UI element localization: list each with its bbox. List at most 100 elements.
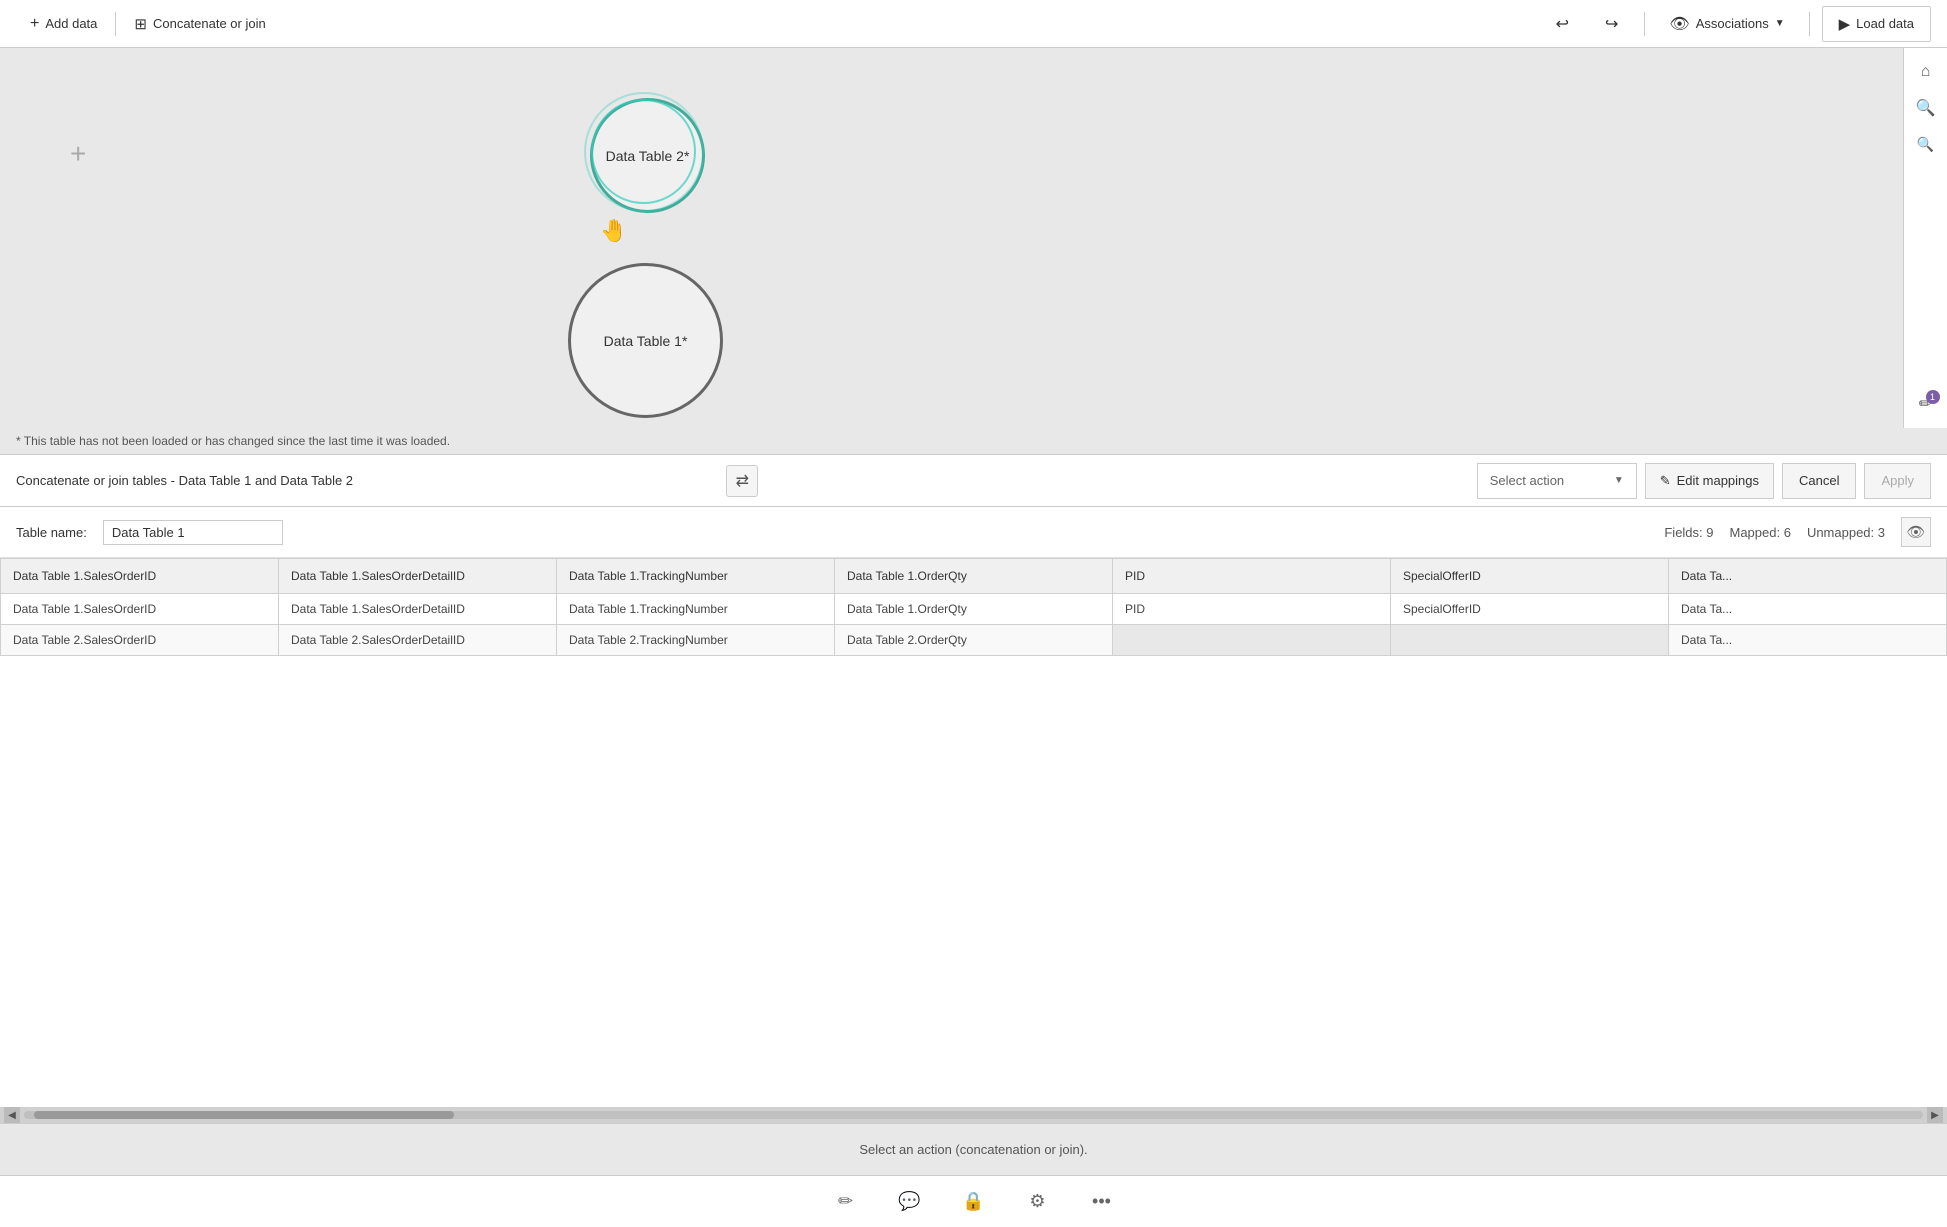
data-table-1-label: Data Table 1*: [604, 333, 688, 349]
fields-count: Fields: 9: [1664, 525, 1713, 540]
cell-2-6: [1391, 625, 1669, 656]
scroll-left-button[interactable]: ◀: [4, 1107, 20, 1123]
toolbar-divider-3: [1809, 12, 1810, 36]
col-header-2: Data Table 1.SalesOrderDetailID: [279, 559, 557, 594]
table-name-input[interactable]: [103, 520, 283, 545]
add-node-button[interactable]: +: [70, 138, 86, 170]
toolbar-divider-2: [1644, 12, 1645, 36]
lock-button[interactable]: 🔒: [958, 1186, 990, 1218]
pencil-bottom-icon: ✏: [838, 1191, 853, 1212]
scroll-right-button[interactable]: ▶: [1927, 1107, 1943, 1123]
cell-1-6: SpecialOfferID: [1391, 594, 1669, 625]
table-name-label: Table name:: [16, 525, 87, 540]
settings-button[interactable]: ⚙: [1022, 1186, 1054, 1218]
col-header-3: Data Table 1.TrackingNumber: [557, 559, 835, 594]
cancel-button[interactable]: Cancel: [1782, 463, 1856, 499]
home-button[interactable]: ⌂: [1910, 56, 1942, 88]
bottom-icons-bar: ✏ 💬 🔒 ⚙ •••: [0, 1175, 1947, 1227]
right-toolbar: ⌂ 🔍 🔍 ✏ 1: [1903, 48, 1947, 428]
redo-icon: ↪: [1605, 14, 1618, 34]
add-data-icon: +: [30, 15, 39, 33]
preview-toggle-button[interactable]: 👁: [1901, 517, 1931, 547]
cell-2-4: Data Table 2.OrderQty: [835, 625, 1113, 656]
cell-2-1: Data Table 2.SalesOrderID: [1, 625, 279, 656]
scrollbar-thumb[interactable]: [34, 1111, 454, 1119]
panel-toolbar: Concatenate or join tables - Data Table …: [0, 455, 1947, 507]
load-data-button[interactable]: ▶ Load data: [1822, 6, 1931, 42]
more-button[interactable]: •••: [1086, 1186, 1118, 1218]
bottom-panel: Concatenate or join tables - Data Table …: [0, 454, 1947, 1227]
unmapped-count: Unmapped: 3: [1807, 525, 1885, 540]
add-data-button[interactable]: + Add data: [16, 0, 111, 48]
cell-2-7: Data Ta...: [1669, 625, 1947, 656]
edit-mappings-label: Edit mappings: [1677, 473, 1759, 488]
undo-button[interactable]: ↩: [1542, 0, 1583, 48]
data-table-container[interactable]: Data Table 1.SalesOrderID Data Table 1.S…: [0, 558, 1947, 1107]
edit-mappings-button[interactable]: ✎ Edit mappings: [1645, 463, 1774, 499]
redo-button[interactable]: ↪: [1591, 0, 1632, 48]
concatenate-join-label: Concatenate or join: [153, 16, 266, 31]
associations-label: Associations: [1696, 16, 1769, 31]
table-row: Data Table 1.SalesOrderID Data Table 1.S…: [1, 594, 1947, 625]
add-data-label: Add data: [45, 16, 97, 31]
horizontal-scrollbar[interactable]: ◀ ▶: [0, 1107, 1947, 1123]
panel-title: Concatenate or join tables - Data Table …: [16, 473, 718, 488]
top-toolbar: + Add data ⊞ Concatenate or join ↩ ↪ 👁 A…: [0, 0, 1947, 48]
chat-button[interactable]: 💬: [894, 1186, 926, 1218]
apply-label: Apply: [1881, 473, 1914, 488]
cell-1-1: Data Table 1.SalesOrderID: [1, 594, 279, 625]
preview-eye-icon: 👁: [1906, 523, 1925, 541]
status-message: Select an action (concatenation or join)…: [859, 1142, 1087, 1157]
col-header-7: Data Ta...: [1669, 559, 1947, 594]
toolbar-right: ↩ ↪ 👁 Associations ▼ ▶ Load data: [1542, 0, 1931, 48]
chat-icon: 💬: [898, 1191, 920, 1212]
cell-1-7: Data Ta...: [1669, 594, 1947, 625]
col-header-6: SpecialOfferID: [1391, 559, 1669, 594]
cell-2-3: Data Table 2.TrackingNumber: [557, 625, 835, 656]
lock-icon: 🔒: [962, 1191, 984, 1212]
zoom-out-button[interactable]: 🔍: [1910, 128, 1942, 160]
concatenate-icon: ⊞: [134, 15, 147, 33]
field-stats: Fields: 9 Mapped: 6 Unmapped: 3: [1664, 525, 1885, 540]
cell-1-2: Data Table 1.SalesOrderDetailID: [279, 594, 557, 625]
load-data-label: Load data: [1856, 16, 1914, 31]
table-name-row: Table name: Fields: 9 Mapped: 6 Unmapped…: [0, 507, 1947, 558]
table-row: Data Table 2.SalesOrderID Data Table 2.S…: [1, 625, 1947, 656]
associations-chevron-icon: ▼: [1775, 18, 1785, 29]
more-icon: •••: [1092, 1191, 1111, 1212]
mapping-table: Data Table 1.SalesOrderID Data Table 1.S…: [0, 558, 1947, 656]
swap-button[interactable]: ⇄: [726, 465, 758, 497]
col-header-5: PID: [1113, 559, 1391, 594]
undo-icon: ↩: [1556, 14, 1569, 34]
data-table-2-node[interactable]: Data Table 2*: [590, 98, 705, 213]
load-data-icon: ▶: [1839, 15, 1851, 33]
eye-associations-icon: 👁: [1669, 14, 1689, 34]
warning-text: * This table has not been loaded or has …: [0, 428, 1947, 454]
select-action-label: Select action: [1490, 473, 1564, 488]
edit-icon: ✎: [1660, 473, 1671, 489]
associations-button[interactable]: 👁 Associations ▼: [1657, 0, 1796, 48]
cell-1-4: Data Table 1.OrderQty: [835, 594, 1113, 625]
concatenate-join-button[interactable]: ⊞ Concatenate or join: [120, 0, 279, 48]
mapped-count: Mapped: 6: [1730, 525, 1791, 540]
cell-2-2: Data Table 2.SalesOrderDetailID: [279, 625, 557, 656]
toolbar-divider-1: [115, 12, 116, 36]
annotation-badge: 1: [1926, 390, 1940, 404]
cancel-label: Cancel: [1799, 473, 1839, 488]
swap-icon: ⇄: [736, 471, 749, 491]
col-header-1: Data Table 1.SalesOrderID: [1, 559, 279, 594]
status-bar: Select an action (concatenation or join)…: [0, 1123, 1947, 1175]
table-header-row: Data Table 1.SalesOrderID Data Table 1.S…: [1, 559, 1947, 594]
zoom-in-button[interactable]: 🔍: [1910, 92, 1942, 124]
select-action-dropdown[interactable]: Select action ▼: [1477, 463, 1637, 499]
cell-1-3: Data Table 1.TrackingNumber: [557, 594, 835, 625]
apply-button[interactable]: Apply: [1864, 463, 1931, 499]
pencil-bottom-button[interactable]: ✏: [830, 1186, 862, 1218]
col-header-4: Data Table 1.OrderQty: [835, 559, 1113, 594]
select-action-chevron-icon: ▼: [1614, 475, 1624, 486]
data-table-1-node[interactable]: Data Table 1*: [568, 263, 723, 418]
cell-2-5: [1113, 625, 1391, 656]
annotation-button[interactable]: ✏ 1: [1910, 388, 1942, 420]
settings-icon: ⚙: [1029, 1191, 1045, 1212]
main-canvas: + Data Table 2* Data Table 1* ⌂ 🔍 🔍 ✏ 1 …: [0, 48, 1947, 428]
